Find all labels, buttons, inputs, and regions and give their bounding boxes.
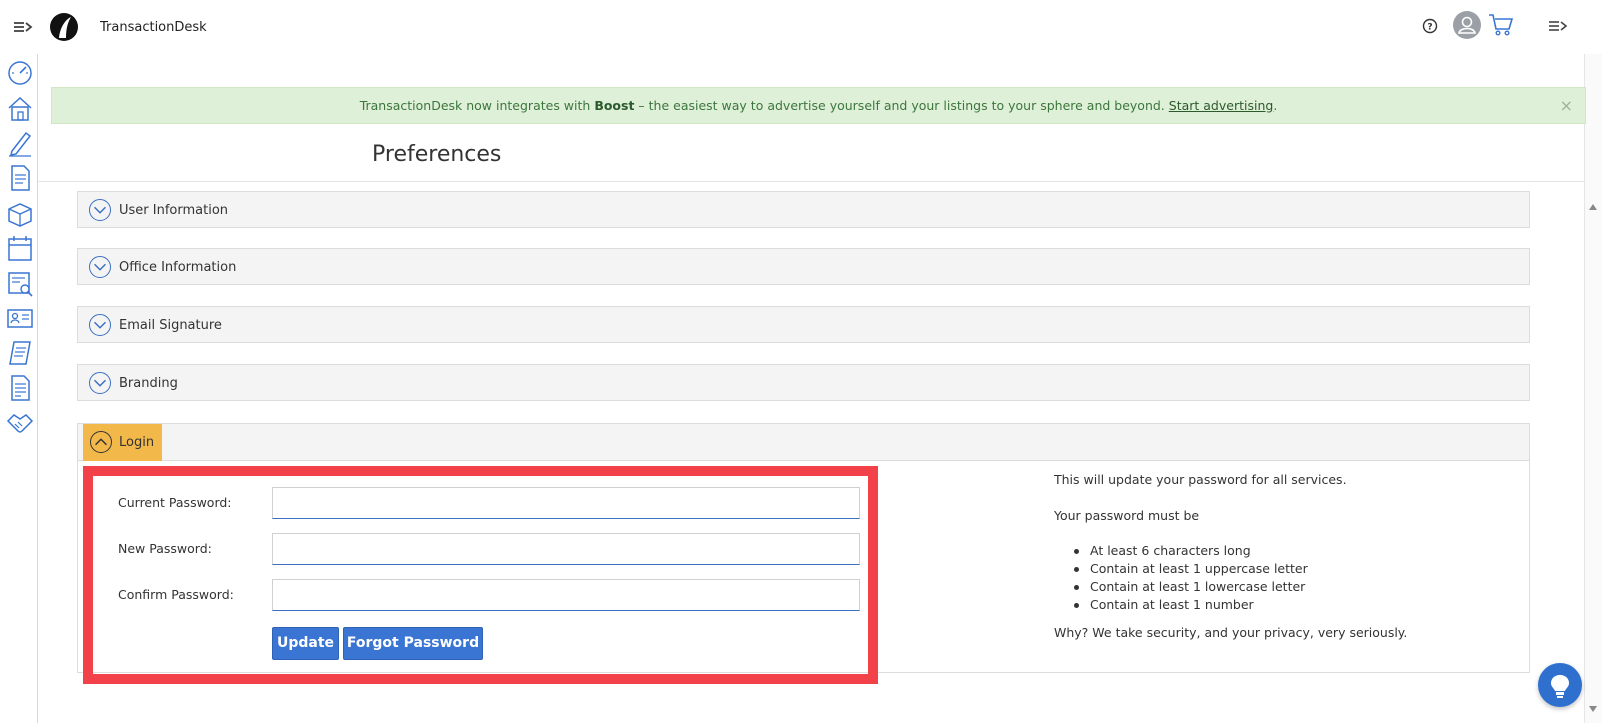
list-item: At least 6 characters long <box>1072 543 1308 561</box>
home-icon[interactable] <box>6 94 34 122</box>
page-title: Preferences <box>372 142 502 167</box>
login-tab[interactable]: Login <box>83 424 162 461</box>
forgot-password-button[interactable]: Forgot Password <box>343 627 483 660</box>
document-icon[interactable] <box>6 164 34 192</box>
svg-text:?: ? <box>1427 23 1432 33</box>
lightbulb-icon <box>1551 675 1569 698</box>
current-password-label: Current Password: <box>118 495 232 510</box>
top-bar: TransactionDesk ? <box>0 0 1602 54</box>
section-label: User Information <box>119 203 229 218</box>
scroll-down-arrow-icon[interactable] <box>1589 706 1597 712</box>
chevron-up-icon <box>90 431 112 453</box>
banner-text-suffix: – the easiest way to advertise yourself … <box>638 98 1165 113</box>
scroll-up-arrow-icon[interactable] <box>1589 204 1597 210</box>
close-icon[interactable]: × <box>1560 88 1573 123</box>
dashboard-icon[interactable] <box>6 58 34 86</box>
login-header[interactable]: Login <box>78 424 1529 461</box>
page-scrollbar[interactable] <box>1584 54 1602 723</box>
list-item: Contain at least 1 uppercase letter <box>1072 561 1308 579</box>
update-button[interactable]: Update <box>272 627 339 660</box>
section-email-signature[interactable]: Email Signature <box>77 306 1530 343</box>
section-label: Office Information <box>119 260 237 275</box>
boost-banner: TransactionDesk now integrates with Boos… <box>51 87 1586 124</box>
section-office-information[interactable]: Office Information <box>77 248 1530 285</box>
section-branding[interactable]: Branding <box>77 364 1530 401</box>
help-icon[interactable]: ? <box>1422 18 1438 34</box>
password-rules-list: At least 6 characters long Contain at le… <box>1072 543 1308 615</box>
confirm-password-input[interactable] <box>272 579 860 611</box>
title-divider <box>38 181 1584 182</box>
banner-end: . <box>1273 98 1278 113</box>
chevron-down-icon <box>89 314 111 336</box>
new-password-input[interactable] <box>272 533 860 565</box>
chevron-down-icon <box>89 199 111 221</box>
app-title: TransactionDesk <box>100 20 207 35</box>
box-icon[interactable] <box>6 199 34 227</box>
menu-toggle-icon[interactable] <box>12 18 34 36</box>
logo-mark-icon <box>59 17 71 38</box>
start-advertising-link[interactable]: Start advertising <box>1169 98 1274 113</box>
section-label: Branding <box>119 376 178 391</box>
list-item: Contain at least 1 number <box>1072 597 1308 615</box>
new-password-label: New Password: <box>118 541 212 556</box>
confirm-password-label: Confirm Password: <box>118 587 234 602</box>
current-password-input[interactable] <box>272 487 860 519</box>
section-user-information[interactable]: User Information <box>77 191 1530 228</box>
right-panel-toggle-icon[interactable] <box>1548 18 1568 34</box>
form-icon[interactable] <box>6 374 34 402</box>
section-label: Email Signature <box>119 318 222 333</box>
password-info: This will update your password for all s… <box>1054 472 1347 487</box>
chevron-down-icon <box>89 372 111 394</box>
cart-icon[interactable] <box>1488 12 1514 38</box>
user-icon <box>1458 16 1476 34</box>
search-list-icon[interactable] <box>6 270 34 298</box>
banner-text-prefix: TransactionDesk now integrates with <box>359 98 591 113</box>
handshake-icon[interactable] <box>6 409 34 437</box>
app-logo[interactable] <box>50 13 78 41</box>
chevron-down-icon <box>89 256 111 278</box>
scroll-icon[interactable] <box>6 339 34 367</box>
banner-brand: Boost <box>594 98 635 113</box>
security-note: Why? We take security, and your privacy,… <box>1054 625 1408 640</box>
user-avatar[interactable] <box>1453 11 1481 39</box>
section-label: Login <box>119 435 155 450</box>
sidebar <box>0 54 38 723</box>
password-requirements-title: Your password must be <box>1054 508 1200 523</box>
calendar-icon[interactable] <box>6 234 34 262</box>
tips-button[interactable] <box>1538 663 1582 707</box>
pen-icon[interactable] <box>6 129 34 157</box>
list-item: Contain at least 1 lowercase letter <box>1072 579 1308 597</box>
contact-card-icon[interactable] <box>6 304 34 332</box>
